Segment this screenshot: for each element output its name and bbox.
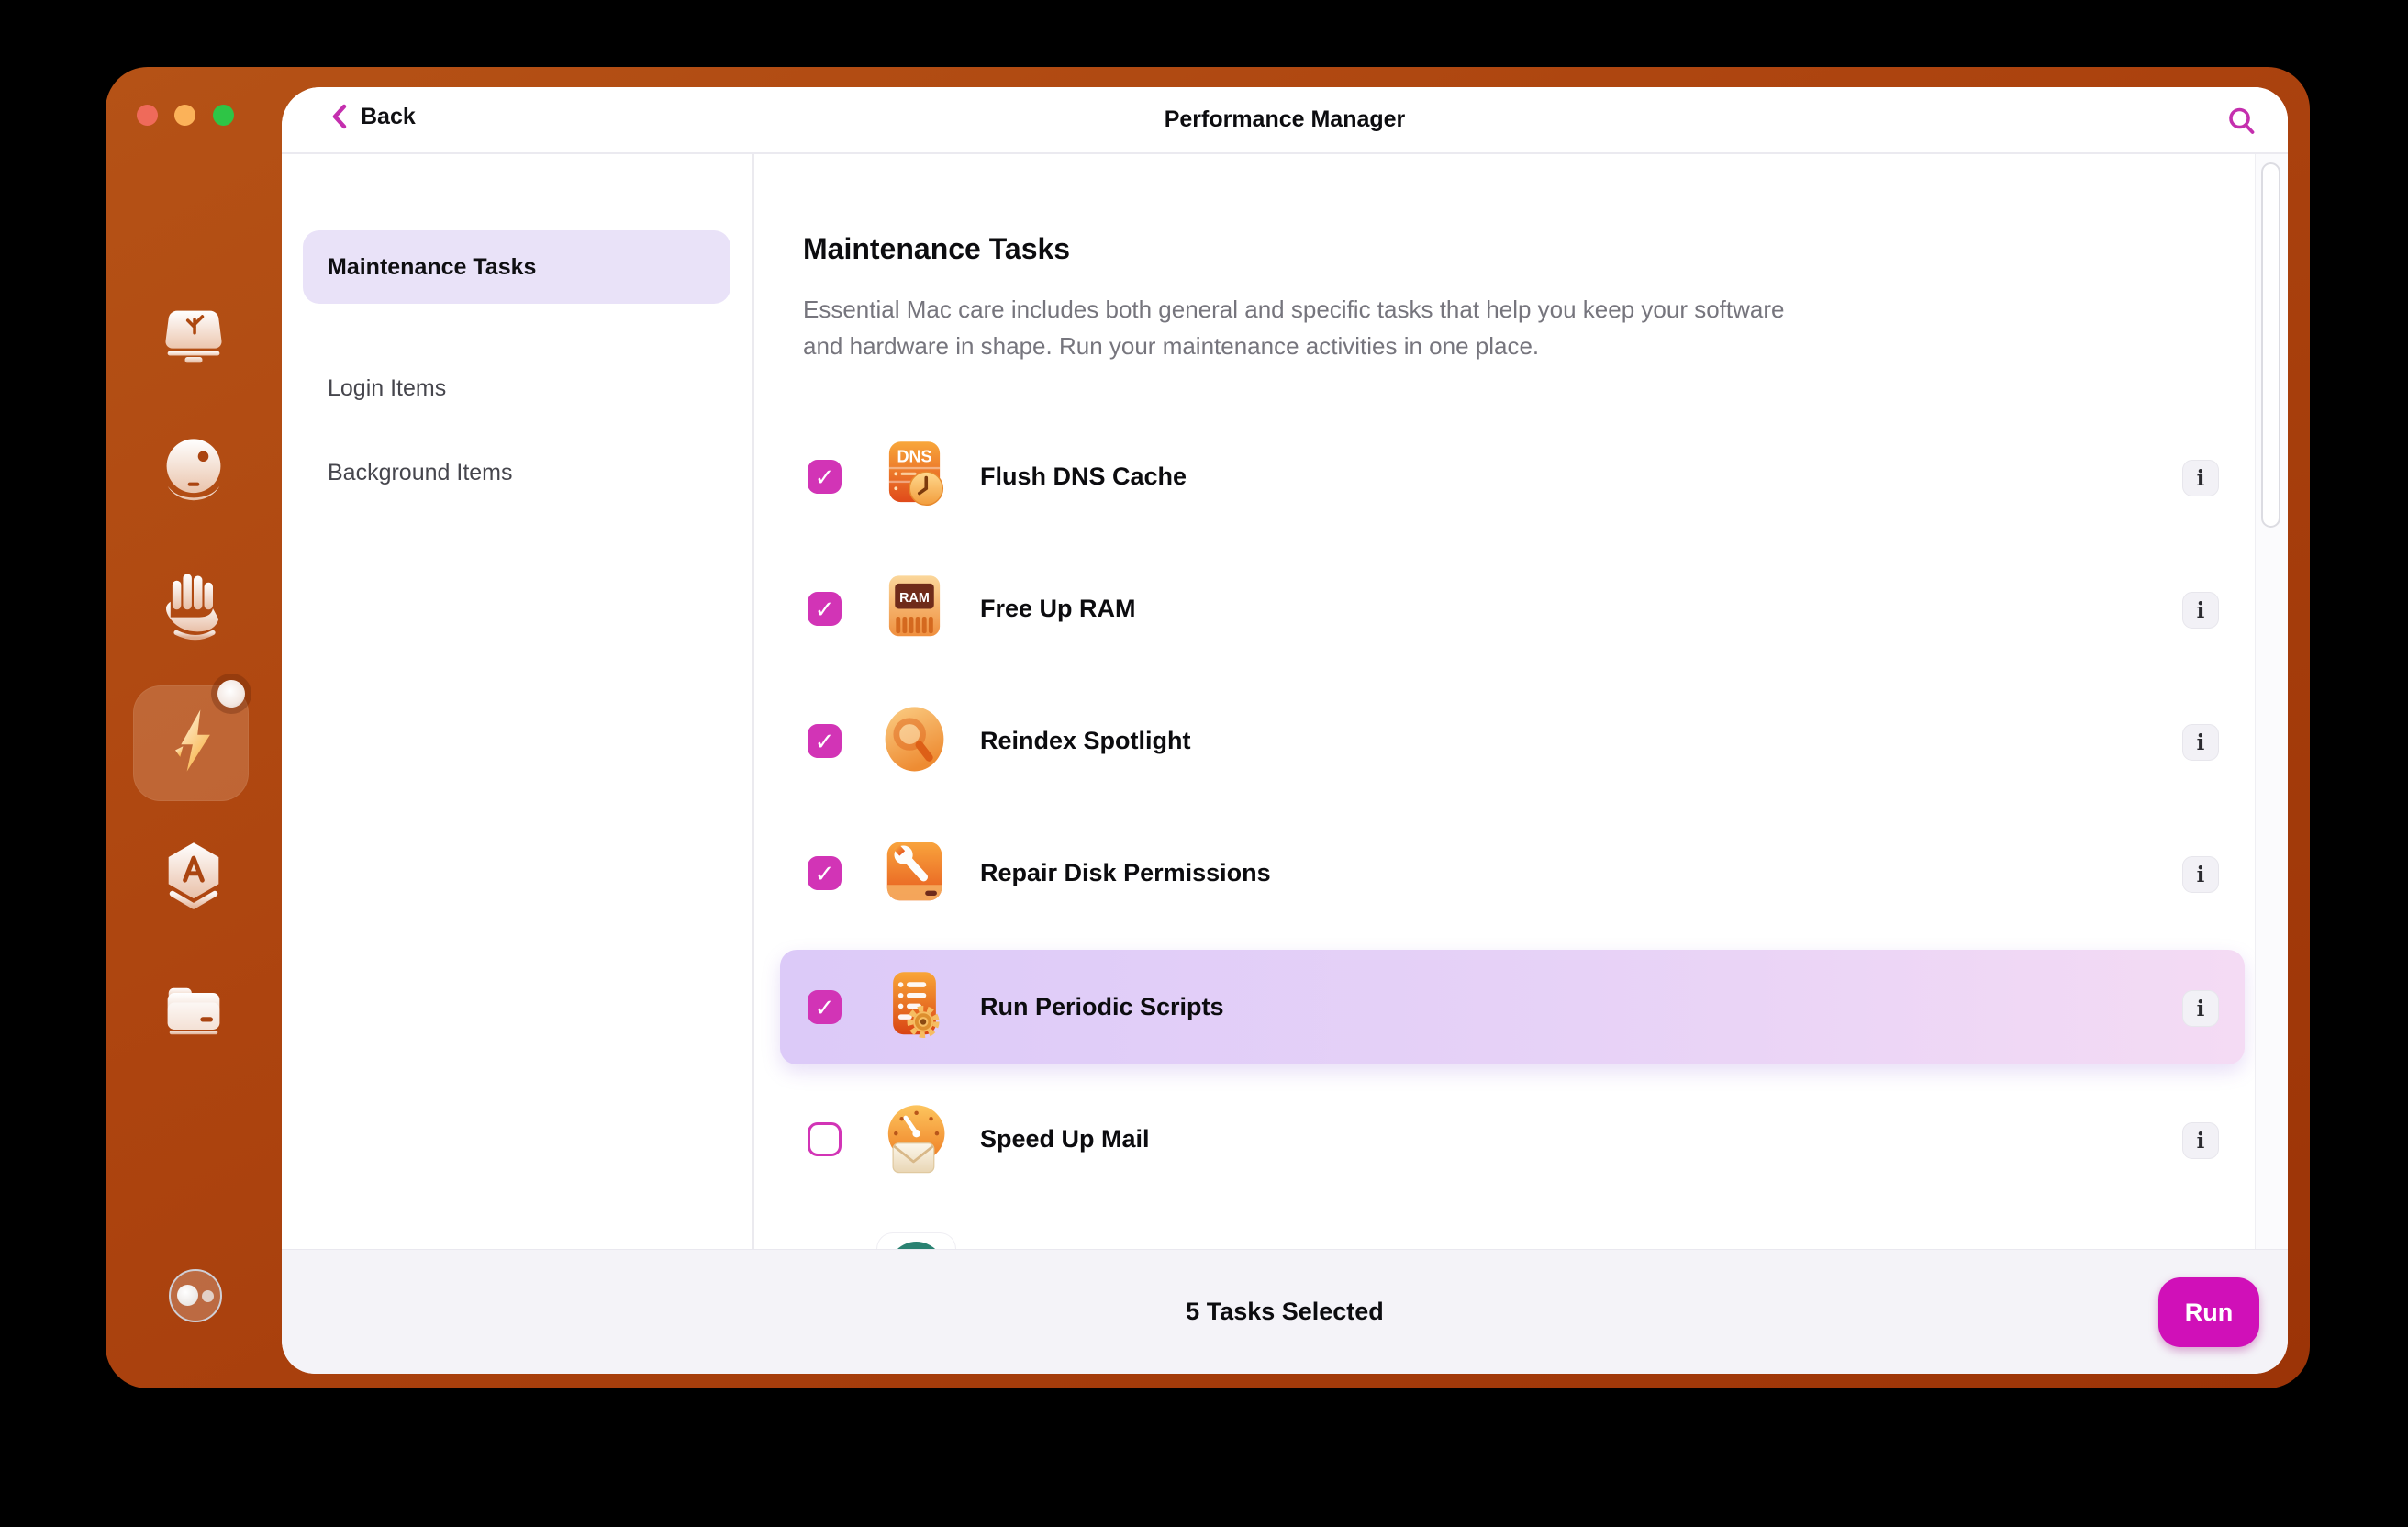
- info-button[interactable]: i: [2182, 460, 2219, 496]
- ram-chip-icon: RAM: [875, 570, 953, 648]
- lightning-bolt-icon: [155, 702, 232, 779]
- checkbox-checked[interactable]: ✓: [808, 460, 842, 494]
- task-label: Repair Disk Permissions: [980, 816, 1271, 931]
- subnav-label: Maintenance Tasks: [328, 254, 536, 281]
- subnav-item-login-items[interactable]: Login Items: [303, 351, 730, 425]
- svg-text:RAM: RAM: [899, 591, 930, 606]
- subnav-label: Login Items: [328, 375, 446, 402]
- svg-text:DNS: DNS: [897, 448, 931, 466]
- subnav-item-background-items[interactable]: Background Items: [303, 436, 730, 509]
- info-button[interactable]: i: [2182, 990, 2219, 1027]
- sidebar-item-performance[interactable]: [151, 698, 236, 783]
- avatar-dot-large: [177, 1285, 198, 1306]
- scrollbar-track[interactable]: [2255, 154, 2288, 1250]
- task-label: Reindex Spotlight: [980, 684, 1191, 798]
- desktop-background: Back Performance Manager Sort by: Name: [0, 0, 2408, 1527]
- sidebar-item-cleanup[interactable]: [151, 429, 236, 513]
- dns-server-clock-icon: DNS: [875, 438, 953, 516]
- subnav-item-maintenance-tasks[interactable]: Maintenance Tasks: [303, 230, 730, 304]
- check-icon: ✓: [815, 597, 835, 621]
- checkbox-unchecked[interactable]: ✓: [808, 1122, 842, 1156]
- main-panel: Back Performance Manager Sort by: Name: [282, 87, 2288, 1374]
- task-label: Free Up RAM: [980, 552, 1136, 666]
- task-row-speed-up-mail[interactable]: ✓ Speed Up Mail: [780, 1082, 2245, 1197]
- check-icon: ✓: [815, 465, 835, 489]
- sidebar-item-protection[interactable]: [151, 563, 236, 648]
- task-label: Run Periodic Scripts: [980, 950, 1224, 1064]
- mail-speedometer-icon: [875, 1100, 953, 1178]
- sidebar-item-my-clutter[interactable]: [151, 969, 236, 1053]
- task-row-flush-dns-cache[interactable]: ✓ DNS Flush DNS Cache i: [780, 419, 2245, 534]
- checkbox-checked[interactable]: ✓: [808, 856, 842, 890]
- task-label: Flush DNS Cache: [980, 419, 1187, 534]
- subnav-label: Background Items: [328, 460, 513, 486]
- check-icon: ✓: [815, 862, 835, 886]
- info-button[interactable]: i: [2182, 724, 2219, 761]
- header-divider: [282, 152, 2288, 154]
- app-window: Back Performance Manager Sort by: Name: [106, 67, 2310, 1388]
- disk-wrench-icon: [875, 834, 953, 912]
- run-button[interactable]: Run: [2158, 1277, 2259, 1347]
- info-button[interactable]: i: [2182, 856, 2219, 893]
- document-gear-icon: [875, 968, 953, 1046]
- desktop-monitor-icon: [155, 298, 232, 375]
- notification-dot: [217, 680, 245, 708]
- check-icon: ✓: [815, 730, 835, 753]
- checkbox-checked[interactable]: ✓: [808, 724, 842, 758]
- folder-icon: [155, 973, 232, 1050]
- check-icon: ✓: [815, 996, 835, 1020]
- header-bar: Back Performance Manager Sort by: Name: [282, 87, 2288, 152]
- content-title: Maintenance Tasks: [803, 232, 1070, 266]
- task-row-reindex-spotlight[interactable]: ✓ Reindex Spotlight i: [780, 684, 2245, 798]
- footer-bar: 5 Tasks Selected Run: [282, 1250, 2288, 1374]
- task-label: Speed Up Mail: [980, 1082, 1150, 1197]
- scrollbar-thumb[interactable]: [2261, 162, 2280, 528]
- content-description: Essential Mac care includes both general…: [803, 291, 1803, 364]
- info-button[interactable]: i: [2182, 592, 2219, 629]
- search-icon: [2226, 106, 2258, 137]
- hexagon-a-icon: [155, 838, 232, 915]
- account-avatar[interactable]: [169, 1269, 222, 1322]
- sidebar-item-applications[interactable]: [151, 834, 236, 919]
- page-title: Performance Manager: [282, 87, 2288, 152]
- selection-status: 5 Tasks Selected: [282, 1250, 2288, 1374]
- sidebar-item-smart-care[interactable]: [151, 295, 236, 379]
- task-row-run-periodic-scripts[interactable]: ✓ Run Periodic Scripts i: [780, 950, 2245, 1064]
- hand-icon: [155, 567, 232, 644]
- sphere-icon: [155, 432, 232, 509]
- vertical-divider: [752, 154, 754, 1250]
- checkbox-checked[interactable]: ✓: [808, 592, 842, 626]
- spotlight-magnifier-icon: [875, 702, 953, 780]
- checkbox-checked[interactable]: ✓: [808, 990, 842, 1024]
- info-button[interactable]: i: [2182, 1122, 2219, 1159]
- task-row-repair-disk-permissions[interactable]: ✓ Repair Disk Permissions i: [780, 816, 2245, 931]
- search-button[interactable]: [2224, 103, 2260, 139]
- avatar-dot-small: [202, 1290, 214, 1302]
- task-row-free-up-ram[interactable]: ✓ RAM Free Up RAM i: [780, 552, 2245, 666]
- app-sidebar: [106, 67, 282, 1388]
